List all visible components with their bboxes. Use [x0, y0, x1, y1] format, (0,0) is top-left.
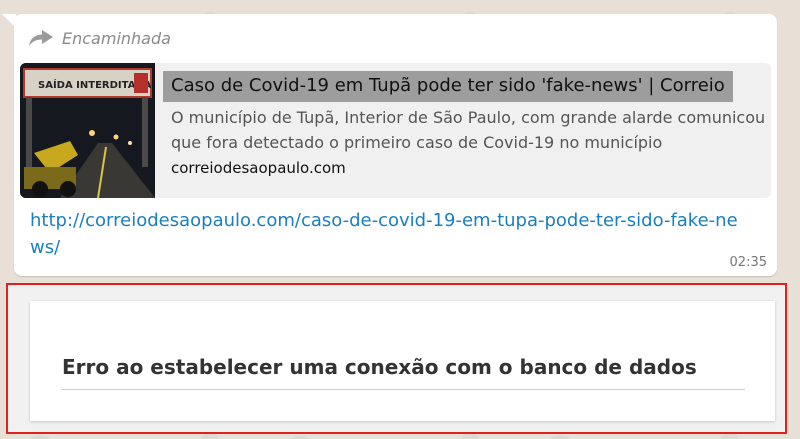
database-error-message: Erro ao estabelecer uma conexão com o ba… — [62, 355, 745, 390]
forwarded-label: Encaminhada — [62, 28, 171, 48]
error-highlight-frame: Erro ao estabelecer uma conexão com o ba… — [6, 283, 787, 434]
preview-title: Caso de Covid-19 em Tupã pode ter sido '… — [163, 71, 733, 102]
forward-arrow-icon — [29, 30, 53, 46]
preview-domain: correiodesaopaulo.com — [171, 159, 346, 177]
error-page-box: Erro ao estabelecer uma conexão com o ba… — [30, 301, 775, 421]
thumbnail-image: SAÍDA INTERDITADA — [20, 63, 155, 198]
message-timestamp: 02:35 — [729, 255, 767, 270]
preview-thumbnail: SAÍDA INTERDITADA — [20, 63, 155, 198]
preview-description: O município de Tupã, Interior de São Pau… — [171, 108, 766, 152]
message-bubble[interactable]: Encaminhada SAÍDA INTERDITADA Caso de Co… — [14, 14, 777, 276]
message-link[interactable]: http://correiodesaopaulo.com/caso-de-cov… — [30, 207, 740, 261]
forwarded-indicator: Encaminhada — [28, 28, 171, 48]
preview-text: Caso de Covid-19 em Tupã pode ter sido '… — [163, 71, 765, 178]
link-preview-card[interactable]: SAÍDA INTERDITADA Caso de Covid-19 em Tu… — [20, 63, 771, 198]
